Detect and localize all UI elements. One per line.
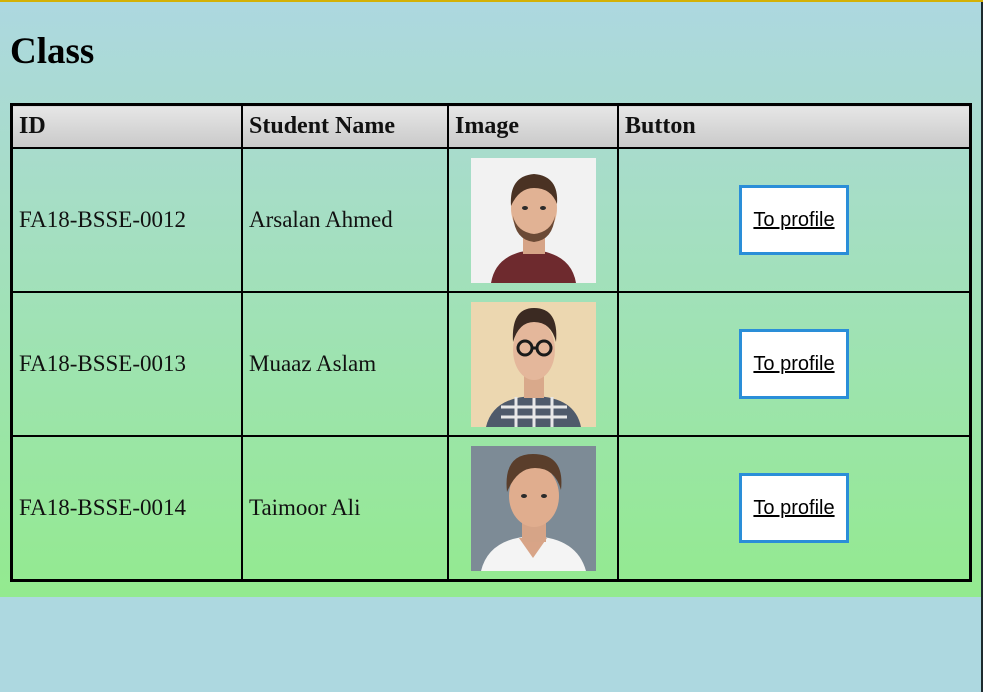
button-cell: To profile [617,291,972,437]
page-container: Class ID Student Name Image Button FA18-… [0,2,981,597]
student-id: FA18-BSSE-0012 [10,147,243,293]
table-row: FA18-BSSE-0012 Arsalan Ahmed To profile [10,147,972,293]
header-student-name: Student Name [241,103,449,149]
header-id: ID [10,103,243,149]
student-name: Arsalan Ahmed [241,147,449,293]
student-id: FA18-BSSE-0014 [10,435,243,582]
button-cell: To profile [617,147,972,293]
student-photo-icon [471,301,596,427]
student-name: Taimoor Ali [241,435,449,582]
student-name: Muaaz Aslam [241,291,449,437]
header-button: Button [617,103,972,149]
page-title: Class [10,31,95,72]
student-photo-icon [471,157,596,283]
students-table: ID Student Name Image Button FA18-BSSE-0… [10,103,972,582]
to-profile-button[interactable]: To profile [739,185,849,255]
student-photo-icon [471,445,596,571]
image-cell [447,291,619,437]
header-image: Image [447,103,619,149]
table-header-row: ID Student Name Image Button [10,103,972,149]
table-row: FA18-BSSE-0013 Muaaz Aslam To profile [10,291,972,437]
button-cell: To profile [617,435,972,582]
student-id: FA18-BSSE-0013 [10,291,243,437]
image-cell [447,435,619,582]
to-profile-button[interactable]: To profile [739,473,849,543]
image-cell [447,147,619,293]
table-row: FA18-BSSE-0014 Taimoor Ali To profile [10,435,972,582]
to-profile-button[interactable]: To profile [739,329,849,399]
